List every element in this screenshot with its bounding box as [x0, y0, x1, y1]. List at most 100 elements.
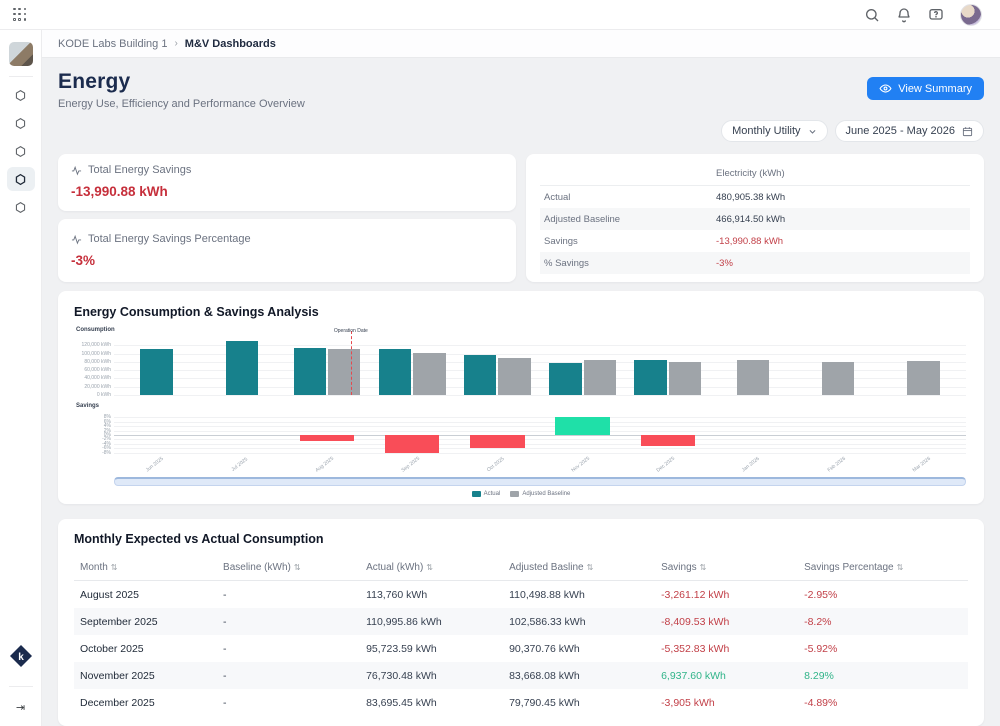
- col-header-month[interactable]: Month⇅: [74, 555, 217, 581]
- actual-bar[interactable]: [226, 341, 258, 395]
- energy-chart[interactable]: Consumption 120,000 kWh100,000 kWh80,000…: [74, 327, 968, 499]
- total-energy-savings-card: Total Energy Savings -13,990.88 kWh: [58, 154, 516, 211]
- building-thumbnail[interactable]: [9, 42, 33, 66]
- sidebar-item-2[interactable]: [7, 111, 35, 135]
- pulse-icon: [71, 234, 82, 245]
- adjusted-baseline-bar[interactable]: [822, 362, 854, 395]
- savings-bar[interactable]: [300, 435, 355, 441]
- notifications-bell-icon[interactable]: [896, 7, 912, 23]
- actual-bar[interactable]: [140, 349, 172, 395]
- adjusted-baseline-bar[interactable]: [328, 349, 360, 395]
- sort-icon[interactable]: ⇅: [111, 563, 118, 572]
- sort-icon[interactable]: ⇅: [587, 563, 594, 572]
- adjusted-baseline-bar[interactable]: [584, 360, 616, 395]
- bar-group-oct-2025[interactable]: [455, 337, 540, 395]
- table-row[interactable]: October 2025 - 95,723.59 kWh 90,370.76 k…: [74, 635, 968, 662]
- bar-group-jan-2026[interactable]: [710, 337, 795, 395]
- sort-icon[interactable]: ⇅: [897, 563, 904, 572]
- y-axis-tick: 60,000 kWh: [84, 367, 111, 373]
- adjusted-baseline-bar[interactable]: [498, 358, 530, 395]
- bar-group-mar-2026[interactable]: [881, 337, 966, 395]
- y-axis-tick: 80,000 kWh: [84, 359, 111, 365]
- consumption-panel-label: Consumption: [76, 327, 115, 333]
- total-energy-savings-percentage-card: Total Energy Savings Percentage -3%: [58, 219, 516, 282]
- bar-group-sep-2025[interactable]: [370, 337, 455, 395]
- page-subtitle: Energy Use, Efficiency and Performance O…: [58, 98, 305, 110]
- electricity-summary-card: Electricity (kWh) Actual 480,905.38 kWh …: [526, 154, 984, 282]
- table-row[interactable]: November 2025 - 76,730.48 kWh 83,668.08 …: [74, 662, 968, 689]
- sort-icon[interactable]: ⇅: [426, 563, 433, 572]
- kode-labs-logo[interactable]: k: [9, 644, 33, 668]
- sidebar: k ⇥: [0, 30, 42, 726]
- col-header-savings-percentage[interactable]: Savings Percentage⇅: [798, 555, 968, 581]
- date-range-picker[interactable]: June 2025 - May 2026: [835, 120, 984, 142]
- utility-type-select[interactable]: Monthly Utility: [721, 120, 827, 142]
- summary-row-savings: Savings -13,990.88 kWh: [540, 230, 970, 252]
- view-summary-button[interactable]: View Summary: [867, 77, 984, 100]
- actual-bar[interactable]: [294, 348, 326, 395]
- date-range-value: June 2025 - May 2026: [846, 125, 955, 137]
- energy-chart-card: Energy Consumption & Savings Analysis Co…: [58, 291, 984, 504]
- adjusted-baseline-bar[interactable]: [669, 362, 701, 395]
- bar-group-jun-2025[interactable]: [114, 337, 199, 395]
- page-title: Energy: [58, 70, 305, 94]
- col-header-adjusted-baseline[interactable]: Adjusted Basline⇅: [503, 555, 655, 581]
- search-icon[interactable]: [864, 7, 880, 23]
- actual-bar[interactable]: [464, 355, 496, 395]
- breadcrumb-current-page: M&V Dashboards: [185, 38, 276, 50]
- app-launcher-icon[interactable]: [13, 8, 27, 22]
- bar-group-jul-2025[interactable]: [199, 337, 284, 395]
- adjusted-baseline-bar[interactable]: [907, 361, 939, 395]
- sidebar-expand-icon[interactable]: ⇥: [9, 686, 33, 714]
- hexagon-icon: [14, 173, 27, 186]
- sort-icon[interactable]: ⇅: [700, 563, 707, 572]
- savings-plot: 8%6%4%2%0%-2%-4%-6%-8%: [114, 413, 966, 457]
- sidebar-item-1[interactable]: [7, 83, 35, 107]
- summary-row-actual: Actual 480,905.38 kWh: [540, 186, 970, 209]
- monthly-table-title: Monthly Expected vs Actual Consumption: [74, 532, 968, 546]
- summary-column-header: Electricity (kWh): [712, 162, 970, 186]
- kpi-value: -13,990.88 kWh: [71, 184, 503, 199]
- col-header-baseline[interactable]: Baseline (kWh)⇅: [217, 555, 360, 581]
- bar-group-aug-2025[interactable]: [284, 337, 369, 395]
- calendar-icon: [962, 126, 973, 137]
- page: KODE Labs Building 1 › M&V Dashboards k …: [0, 0, 1000, 726]
- bar-group-nov-2025[interactable]: [540, 337, 625, 395]
- sidebar-item-4-active[interactable]: [7, 167, 35, 191]
- actual-bar[interactable]: [379, 349, 411, 395]
- col-header-savings[interactable]: Savings⇅: [655, 555, 798, 581]
- monthly-consumption-card: Monthly Expected vs Actual Consumption M…: [58, 519, 984, 726]
- col-header-actual[interactable]: Actual (kWh)⇅: [360, 555, 503, 581]
- legend-swatch: [510, 491, 519, 497]
- user-avatar[interactable]: [960, 4, 982, 26]
- table-row[interactable]: August 2025 - 113,760 kWh 110,498.88 kWh…: [74, 581, 968, 609]
- sidebar-item-5[interactable]: [7, 195, 35, 219]
- help-icon[interactable]: [928, 7, 944, 23]
- y-axis-tick: 0 kWh: [97, 392, 111, 398]
- pulse-icon: [71, 165, 82, 176]
- actual-bar[interactable]: [634, 360, 666, 395]
- actual-bar[interactable]: [549, 363, 581, 395]
- sidebar-item-3[interactable]: [7, 139, 35, 163]
- breadcrumb-building[interactable]: KODE Labs Building 1: [58, 38, 167, 50]
- chart-zoom-slider[interactable]: [114, 477, 966, 486]
- bar-group-dec-2025[interactable]: [625, 337, 710, 395]
- hexagon-icon: [14, 117, 27, 130]
- eye-icon: [879, 82, 892, 95]
- adjusted-baseline-bar[interactable]: [737, 360, 769, 395]
- table-row[interactable]: September 2025 - 110,995.86 kWh 102,586.…: [74, 608, 968, 635]
- legend-item-actual[interactable]: Actual: [472, 491, 501, 497]
- main-content: Energy Energy Use, Efficiency and Perfor…: [42, 58, 1000, 726]
- chart-legend: Actual Adjusted Baseline: [74, 491, 968, 497]
- adjusted-baseline-bar[interactable]: [413, 353, 445, 396]
- sort-icon[interactable]: ⇅: [294, 563, 301, 572]
- legend-item-adjusted-baseline[interactable]: Adjusted Baseline: [510, 491, 570, 497]
- savings-bar[interactable]: [555, 417, 610, 435]
- y-axis-tick: 120,000 kWh: [82, 342, 111, 348]
- sidebar-divider: [9, 76, 33, 77]
- monthly-table: Month⇅ Baseline (kWh)⇅ Actual (kWh)⇅ Adj…: [74, 555, 968, 716]
- summary-row-pct-savings: % Savings -3%: [540, 252, 970, 274]
- table-row[interactable]: December 2025 - 83,695.45 kWh 79,790.45 …: [74, 689, 968, 716]
- operation-date-line: [351, 331, 352, 395]
- bar-group-feb-2026[interactable]: [796, 337, 881, 395]
